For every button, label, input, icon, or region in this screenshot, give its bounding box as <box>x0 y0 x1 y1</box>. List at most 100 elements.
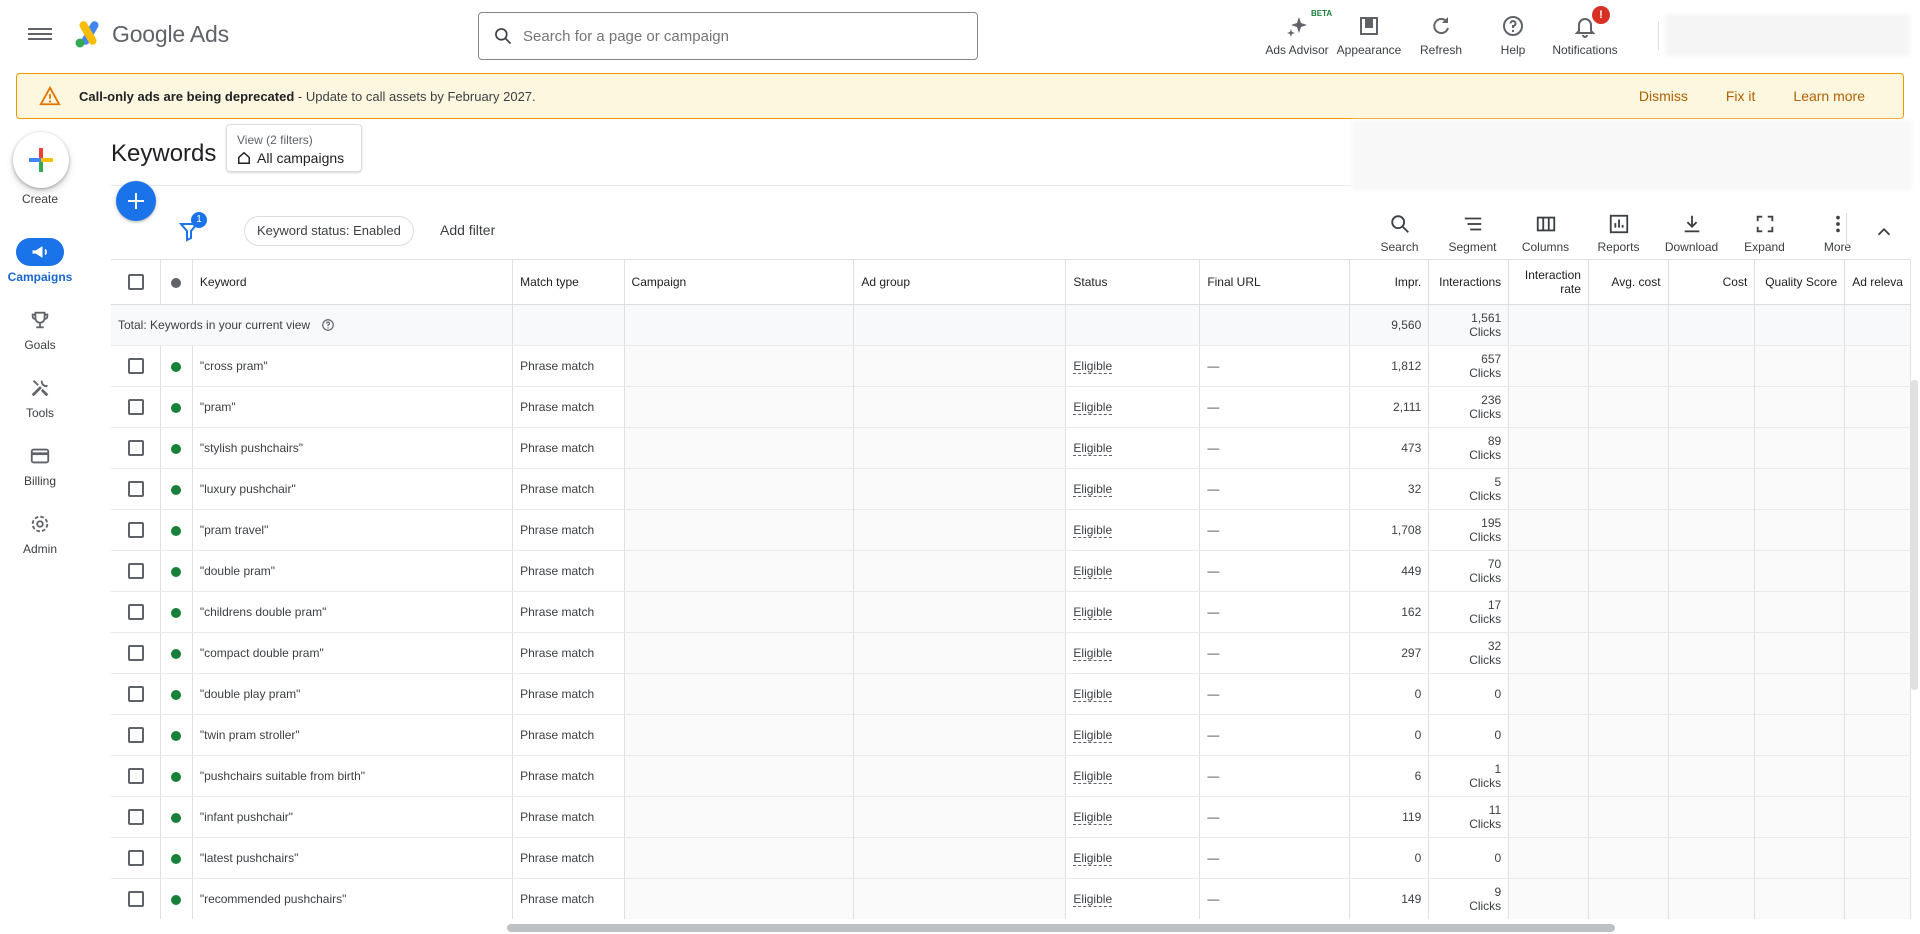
google-ads-logo[interactable]: Google Ads <box>74 20 229 48</box>
table-row[interactable]: "compact double pram" Phrase match Eligibl… <box>111 632 1911 674</box>
add-keyword-button[interactable] <box>116 181 156 221</box>
column-header-impr[interactable]: Impr. <box>1349 259 1430 305</box>
status-eligible[interactable]: Eligible <box>1073 646 1113 661</box>
vertical-scrollbar[interactable] <box>1911 380 1918 690</box>
keyword-cell[interactable]: "childrens double pram" <box>192 591 514 633</box>
enabled-status-dot[interactable] <box>171 443 182 454</box>
keyword-cell[interactable]: "pram travel" <box>192 509 514 551</box>
enabled-status-dot[interactable] <box>171 402 182 413</box>
download-button[interactable]: Download <box>1655 209 1728 254</box>
keyword-cell[interactable]: "stylish pushchairs" <box>192 427 514 469</box>
keyword-cell[interactable]: "luxury pushchair" <box>192 468 514 510</box>
column-header-avg-cost[interactable]: Avg. cost <box>1588 259 1669 305</box>
row-checkbox[interactable] <box>127 768 144 784</box>
enabled-status-dot[interactable] <box>171 853 182 864</box>
row-checkbox[interactable] <box>127 686 144 702</box>
horizontal-scrollbar[interactable] <box>507 924 1615 932</box>
status-eligible[interactable]: Eligible <box>1073 359 1113 374</box>
keyword-cell[interactable]: "double pram" <box>192 550 514 592</box>
table-row[interactable]: "stylish pushchairs" Phrase match Eligible… <box>111 427 1911 469</box>
row-checkbox[interactable] <box>127 358 144 374</box>
status-eligible[interactable]: Eligible <box>1073 605 1113 620</box>
table-row[interactable]: "pram" Phrase match Eligible —2,111 236 Click… <box>111 386 1911 428</box>
table-row[interactable]: "infant pushchair" Phrase match Eligible —1… <box>111 796 1911 838</box>
menu-icon[interactable] <box>28 25 52 45</box>
enabled-status-dot[interactable] <box>171 689 182 700</box>
keyword-cell[interactable]: "cross pram" <box>192 345 514 387</box>
enabled-status-dot[interactable] <box>171 812 182 823</box>
column-header-final-url[interactable]: Final URL <box>1199 259 1351 305</box>
chevron-up-icon[interactable] <box>1873 221 1895 243</box>
column-header-match-type[interactable]: Match type <box>512 259 625 305</box>
row-checkbox[interactable] <box>127 563 144 579</box>
enabled-status-dot[interactable] <box>171 648 182 659</box>
dismiss-link[interactable]: Dismiss <box>1639 88 1688 104</box>
column-header-interaction-rate[interactable]: Interaction rate <box>1508 259 1589 305</box>
row-checkbox[interactable] <box>127 481 144 497</box>
notifications-button[interactable]: ! Notifications <box>1550 6 1620 57</box>
status-eligible[interactable]: Eligible <box>1073 892 1113 907</box>
columns-button[interactable]: Columns <box>1509 209 1582 254</box>
keyword-cell[interactable]: "double play pram" <box>192 673 514 715</box>
column-header-interactions[interactable]: Interactions <box>1428 259 1510 305</box>
status-eligible[interactable]: Eligible <box>1073 851 1113 866</box>
table-row[interactable]: "latest pushchairs" Phrase match Eligible —… <box>111 837 1911 879</box>
status-eligible[interactable]: Eligible <box>1073 400 1113 415</box>
help-outline-icon[interactable] <box>321 318 335 332</box>
keyword-cell[interactable]: "twin pram stroller" <box>192 714 514 756</box>
keyword-cell[interactable]: "pushchairs suitable from birth" <box>192 755 514 797</box>
keyword-cell[interactable]: "latest pushchairs" <box>192 837 514 879</box>
table-row[interactable]: "pushchairs suitable from birth" Phrase m… <box>111 755 1911 797</box>
status-eligible[interactable]: Eligible <box>1073 728 1113 743</box>
learn-more-link[interactable]: Learn more <box>1793 88 1865 104</box>
column-header-status[interactable]: Status <box>1065 259 1201 305</box>
select-all-checkbox[interactable] <box>127 274 144 290</box>
column-header-cost[interactable]: Cost <box>1668 259 1756 305</box>
keyword-status-filter-chip[interactable]: Keyword status: Enabled <box>244 216 414 246</box>
status-eligible[interactable]: Eligible <box>1073 810 1113 825</box>
sidebar-item-admin[interactable]: Admin <box>0 510 80 556</box>
row-checkbox[interactable] <box>127 850 144 866</box>
enabled-status-dot[interactable] <box>171 525 182 536</box>
enabled-status-dot[interactable] <box>171 894 182 905</box>
enabled-status-dot[interactable] <box>171 484 182 495</box>
table-row[interactable]: "twin pram stroller" Phrase match Eligible… <box>111 714 1911 756</box>
status-eligible[interactable]: Eligible <box>1073 687 1113 702</box>
enabled-status-dot[interactable] <box>171 607 182 618</box>
keyword-cell[interactable]: "pram" <box>192 386 514 428</box>
row-checkbox[interactable] <box>127 727 144 743</box>
column-header-ad-group[interactable]: Ad group <box>853 259 1067 305</box>
search-input[interactable] <box>523 27 943 45</box>
segment-button[interactable]: Segment <box>1436 209 1509 254</box>
fix-it-link[interactable]: Fix it <box>1726 88 1756 104</box>
ads-advisor-button[interactable]: BETA Ads Advisor <box>1262 8 1332 57</box>
row-checkbox[interactable] <box>127 522 144 538</box>
expand-button[interactable]: Expand <box>1728 209 1801 254</box>
column-header-ad-relevance[interactable]: Ad releva <box>1844 259 1911 305</box>
status-eligible[interactable]: Eligible <box>1073 769 1113 784</box>
table-row[interactable]: "luxury pushchair" Phrase match Eligible —3… <box>111 468 1911 510</box>
status-filter-dot[interactable] <box>171 277 182 288</box>
row-checkbox[interactable] <box>127 399 144 415</box>
enabled-status-dot[interactable] <box>171 361 182 372</box>
column-header-campaign[interactable]: Campaign <box>624 259 855 305</box>
keyword-cell[interactable]: "infant pushchair" <box>192 796 514 838</box>
row-checkbox[interactable] <box>127 645 144 661</box>
table-row[interactable]: "double play pram" Phrase match Eligible —0… <box>111 673 1911 715</box>
table-row[interactable]: "double pram" Phrase match Eligible —449 70 C… <box>111 550 1911 592</box>
search-box[interactable] <box>478 12 978 60</box>
row-checkbox[interactable] <box>127 604 144 620</box>
enabled-status-dot[interactable] <box>171 566 182 577</box>
sidebar-item-campaigns[interactable]: Campaigns <box>0 238 80 284</box>
add-filter-button[interactable]: Add filter <box>440 222 495 238</box>
sidebar-item-billing[interactable]: Billing <box>0 442 80 488</box>
appearance-button[interactable]: Appearance <box>1334 8 1404 57</box>
table-row[interactable]: "pram travel" Phrase match Eligible —1,708 1… <box>111 509 1911 551</box>
table-row[interactable]: "childrens double pram" Phrase match Eligi… <box>111 591 1911 633</box>
row-checkbox[interactable] <box>127 809 144 825</box>
status-eligible[interactable]: Eligible <box>1073 441 1113 456</box>
row-checkbox[interactable] <box>127 440 144 456</box>
keyword-cell[interactable]: "recommended pushchairs" <box>192 878 514 919</box>
enabled-status-dot[interactable] <box>171 730 182 741</box>
table-row[interactable]: "recommended pushchairs" Phrase match Elig… <box>111 878 1911 919</box>
